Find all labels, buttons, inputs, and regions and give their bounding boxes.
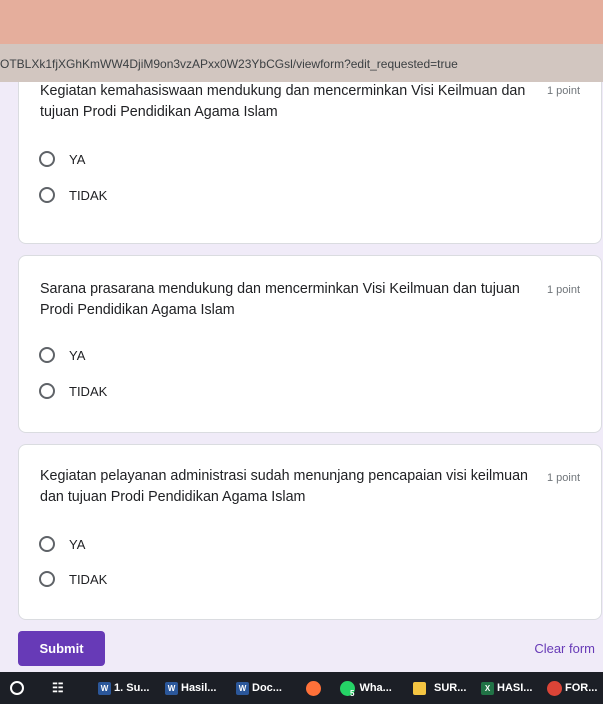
option-label: TIDAK bbox=[69, 571, 108, 587]
taskbar-label: SUR... bbox=[434, 682, 467, 694]
question-card-3: Kegiatan pelayanan administrasi sudah me… bbox=[18, 444, 602, 620]
radio-button-icon[interactable] bbox=[39, 571, 55, 587]
word-icon: W bbox=[165, 681, 178, 695]
taskbar-label: Doc... bbox=[252, 682, 282, 694]
option-label: YA bbox=[69, 536, 86, 552]
folder-icon bbox=[413, 681, 426, 695]
url-text[interactable]: OTBLXk1fjXGhKmWW4DjiM9on3vzAPxx0W23YbCGs… bbox=[0, 57, 458, 71]
task-view-icon[interactable]: ☷ bbox=[52, 680, 64, 696]
taskbar-app-word-2[interactable]: W Hasil... bbox=[165, 672, 216, 704]
form-content: Kegiatan kemahasiswaan mendukung dan men… bbox=[0, 82, 603, 672]
question-text: Kegiatan kemahasiswaan mendukung dan men… bbox=[40, 83, 526, 120]
radio-option-tidak[interactable]: TIDAK bbox=[39, 380, 107, 402]
taskbar-label: 1. Su... bbox=[114, 682, 150, 694]
question-card-1: Kegiatan kemahasiswaan mendukung dan men… bbox=[18, 82, 602, 244]
taskbar-label: Hasil... bbox=[181, 682, 217, 694]
option-label: YA bbox=[69, 151, 86, 167]
radio-option-tidak[interactable]: TIDAK bbox=[39, 184, 107, 206]
radio-button-icon[interactable] bbox=[39, 151, 55, 167]
question-card-2: Sarana prasarana mendukung dan mencermin… bbox=[18, 255, 602, 433]
taskbar-app-folder[interactable]: SUR... bbox=[413, 672, 466, 704]
windows-taskbar: ☷ W 1. Su... W Hasil... W Doc... 5 Wha..… bbox=[0, 672, 603, 704]
option-label: TIDAK bbox=[69, 383, 108, 399]
taskbar-app-firefox[interactable] bbox=[306, 672, 324, 704]
taskbar-app-word-3[interactable]: W Doc... bbox=[236, 672, 282, 704]
radio-option-ya[interactable]: YA bbox=[39, 533, 85, 555]
word-icon: W bbox=[236, 681, 249, 695]
submit-button[interactable]: Submit bbox=[18, 631, 105, 666]
address-bar[interactable]: OTBLXk1fjXGhKmWW4DjiM9on3vzAPxx0W23YbCGs… bbox=[0, 44, 603, 82]
clear-form-link[interactable]: Clear form bbox=[534, 641, 595, 656]
points-label: 1 point bbox=[546, 284, 580, 296]
radio-button-icon[interactable] bbox=[39, 536, 55, 552]
radio-button-icon[interactable] bbox=[39, 187, 55, 203]
option-label: TIDAK bbox=[69, 187, 108, 203]
word-icon: W bbox=[98, 681, 111, 695]
taskbar-label: FOR... bbox=[565, 682, 598, 694]
taskbar-label: HASI... bbox=[497, 682, 533, 694]
cortana-circle-icon[interactable] bbox=[10, 681, 24, 695]
firefox-icon bbox=[306, 680, 321, 696]
taskbar-label: Wha... bbox=[359, 682, 392, 694]
option-label: YA bbox=[69, 347, 86, 363]
radio-option-ya[interactable]: YA bbox=[39, 148, 85, 170]
taskbar-app-whatsapp[interactable]: 5 Wha... bbox=[340, 672, 392, 704]
notification-badge: 5 bbox=[350, 688, 355, 698]
taskbar-app-chrome[interactable]: FOR... bbox=[547, 672, 597, 704]
excel-icon: X bbox=[481, 681, 494, 695]
chrome-icon bbox=[547, 680, 562, 696]
browser-titlebar bbox=[0, 0, 603, 44]
task-view-button[interactable]: ☷ bbox=[52, 672, 64, 704]
points-label: 1 point bbox=[546, 85, 580, 97]
radio-button-icon[interactable] bbox=[39, 347, 55, 363]
start-button[interactable] bbox=[10, 672, 24, 704]
question-text: Sarana prasarana mendukung dan mencermin… bbox=[40, 281, 520, 318]
taskbar-app-excel[interactable]: X HASI... bbox=[481, 672, 532, 704]
question-text: Kegiatan pelayanan administrasi sudah me… bbox=[40, 468, 528, 505]
radio-option-tidak[interactable]: TIDAK bbox=[39, 568, 107, 590]
taskbar-app-word-1[interactable]: W 1. Su... bbox=[98, 672, 149, 704]
radio-option-ya[interactable]: YA bbox=[39, 344, 85, 366]
points-label: 1 point bbox=[546, 472, 580, 484]
radio-button-icon[interactable] bbox=[39, 383, 55, 399]
